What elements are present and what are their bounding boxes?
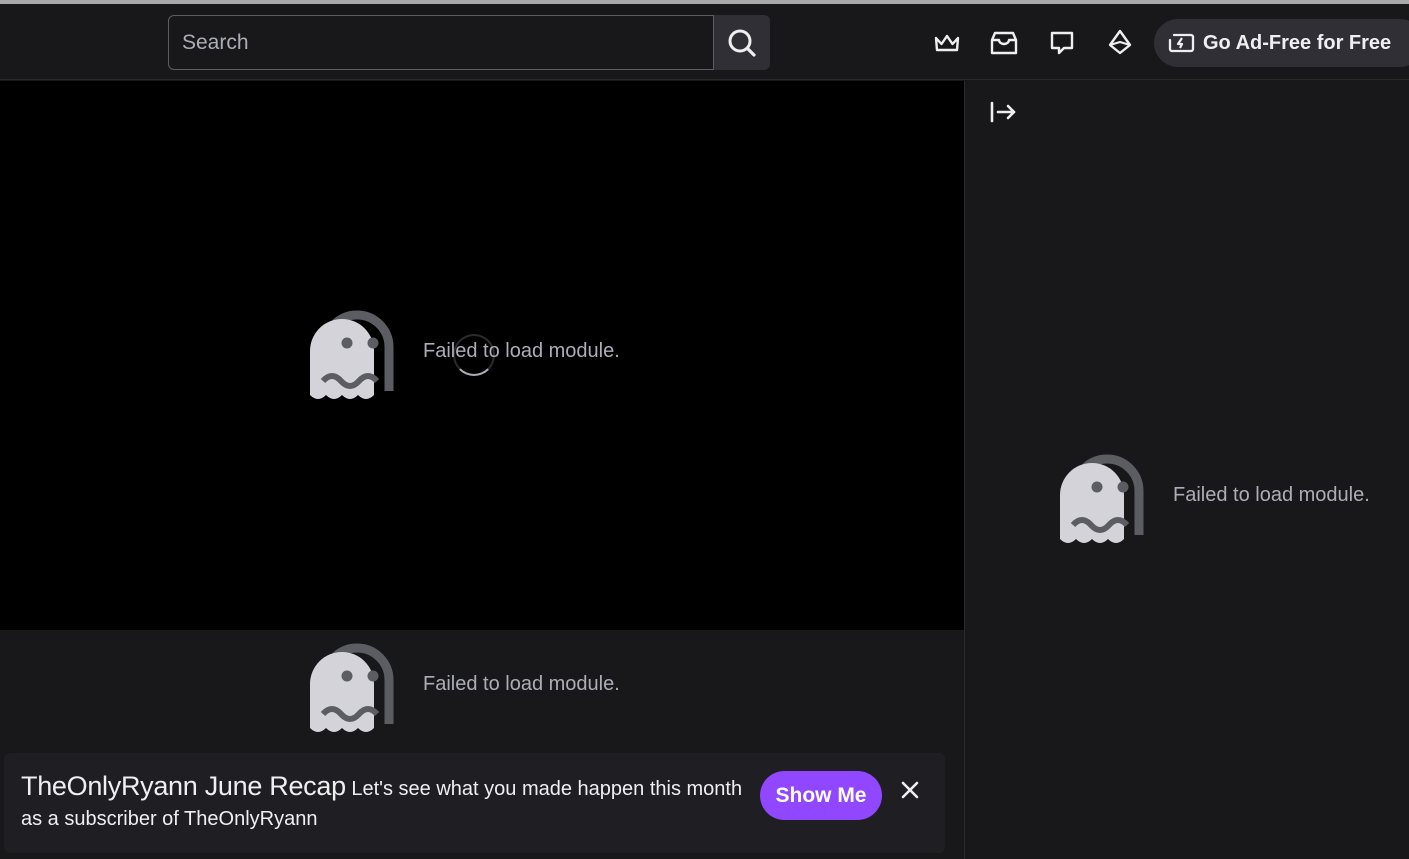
whispers-button[interactable] bbox=[1045, 26, 1079, 60]
search-icon bbox=[728, 29, 756, 57]
ad-free-icon bbox=[1168, 33, 1195, 53]
whispers-icon bbox=[1050, 31, 1074, 55]
sidebar-error-message: Failed to load module. bbox=[1173, 483, 1370, 506]
search-box bbox=[168, 15, 714, 70]
collapse-chat-button[interactable] bbox=[989, 99, 1019, 125]
search-input[interactable] bbox=[182, 30, 713, 55]
below-player-error-message: Failed to load module. bbox=[423, 672, 620, 695]
search-button[interactable] bbox=[714, 15, 770, 70]
bits-icon bbox=[1108, 29, 1132, 55]
ghost-icon bbox=[1060, 454, 1144, 547]
ghost-icon bbox=[310, 643, 394, 736]
recap-title: TheOnlyRyann June Recap bbox=[21, 771, 346, 801]
sidebar-error: Failed to load module. bbox=[1059, 443, 1370, 547]
inbox-icon bbox=[990, 31, 1018, 55]
recap-text: TheOnlyRyann June Recap Let's see what y… bbox=[21, 771, 751, 834]
close-icon bbox=[901, 781, 919, 799]
below-player-error: Failed to load module. bbox=[309, 632, 620, 736]
go-ad-free-button[interactable]: Go Ad-Free for Free bbox=[1154, 19, 1409, 67]
go-ad-free-label: Go Ad-Free for Free bbox=[1203, 31, 1392, 54]
prime-crown-button[interactable] bbox=[930, 26, 964, 60]
close-banner-button[interactable] bbox=[896, 775, 924, 805]
crown-icon bbox=[934, 34, 960, 52]
show-me-button[interactable]: Show Me bbox=[760, 771, 882, 820]
recap-banner: TheOnlyRyann June Recap Let's see what y… bbox=[4, 753, 945, 853]
top-nav: Go Ad-Free for Free bbox=[0, 4, 1409, 80]
chat-sidebar: Failed to load module. bbox=[964, 81, 1409, 859]
collapse-arrow-icon bbox=[990, 101, 1016, 123]
ghost-icon bbox=[310, 310, 394, 403]
loading-spinner bbox=[453, 334, 495, 376]
inbox-button[interactable] bbox=[987, 26, 1021, 60]
bits-button[interactable] bbox=[1103, 26, 1137, 60]
